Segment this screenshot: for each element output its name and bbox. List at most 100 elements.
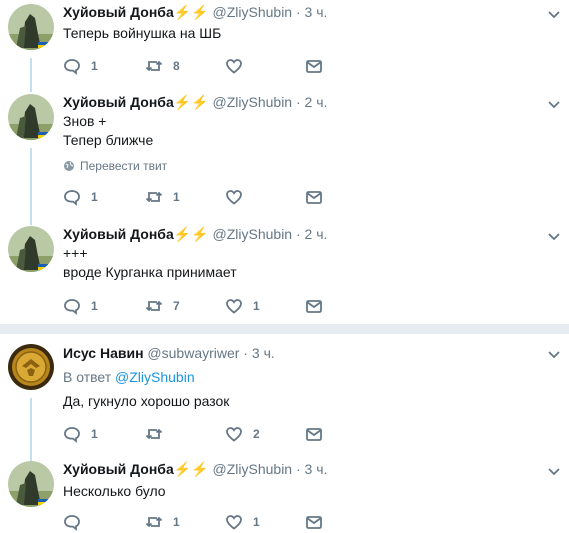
thread-line xyxy=(30,398,32,462)
like-count: 1 xyxy=(253,299,260,313)
reply-count: 1 xyxy=(91,427,98,441)
dm-button[interactable] xyxy=(305,56,323,76)
dm-button[interactable] xyxy=(305,512,323,532)
author-name[interactable]: Хуйовый Донба xyxy=(63,94,174,110)
like-button[interactable] xyxy=(225,187,253,207)
timestamp[interactable]: 3 ч. xyxy=(305,461,328,477)
tweet-text: +++ вроде Курганка принимает xyxy=(63,244,237,282)
dm-button[interactable] xyxy=(305,424,323,444)
avatar[interactable] xyxy=(8,461,54,507)
tweet-actions: 1 7 1 xyxy=(63,296,333,316)
tweet-header: Хуйовый Донба⚡⚡ @ZliyShubin · 3 ч. xyxy=(63,4,327,21)
envelope-icon xyxy=(306,60,322,73)
tweet-header: Хуйовый Донба⚡⚡ @ZliyShubin · 2 ч. xyxy=(63,226,327,243)
author-handle[interactable]: @subwayriwer xyxy=(147,345,239,361)
retweet-count: 7 xyxy=(173,299,180,313)
chevron-down-icon[interactable] xyxy=(547,8,561,22)
timestamp[interactable]: 3 ч. xyxy=(252,345,275,361)
tweet-text: Несколько було xyxy=(63,482,166,501)
reply-count: 1 xyxy=(91,190,98,204)
tweet[interactable]: Хуйовый Донба⚡⚡ @ZliyShubin · 3 ч. Тепер… xyxy=(0,0,569,92)
reply-button[interactable]: 1 xyxy=(63,296,98,316)
reply-to-link[interactable]: @ZliyShubin xyxy=(115,369,195,385)
author-handle[interactable]: @ZliyShubin xyxy=(213,226,293,242)
reply-icon xyxy=(64,427,80,443)
chevron-down-icon[interactable] xyxy=(547,230,561,244)
retweet-button[interactable]: 1 xyxy=(145,512,180,532)
tweet-header: Хуйовый Донба⚡⚡ @ZliyShubin · 2 ч. xyxy=(63,94,327,111)
retweet-button[interactable] xyxy=(145,424,173,444)
translate-label: Перевести твит xyxy=(80,159,168,173)
statue-avatar-image xyxy=(8,226,54,272)
thread-line xyxy=(30,58,32,92)
separator-dot: · xyxy=(295,94,301,110)
reply-button[interactable] xyxy=(63,512,91,532)
tweet-text: Знов + Тепер ближче xyxy=(63,112,153,150)
heart-icon xyxy=(226,299,242,314)
separator-dot: · xyxy=(295,4,301,20)
author-name[interactable]: Исус Навин xyxy=(63,345,144,361)
separator-dot: · xyxy=(295,461,301,477)
avatar[interactable] xyxy=(8,4,54,50)
tweet-text-line: Теперь войнушка на ШБ xyxy=(63,25,222,41)
author-name[interactable]: Хуйовый Донба xyxy=(63,4,174,20)
timestamp[interactable]: 3 ч. xyxy=(305,4,328,20)
retweet-count: 1 xyxy=(173,190,180,204)
like-button[interactable] xyxy=(225,56,253,76)
avatar[interactable] xyxy=(8,344,54,390)
tweet[interactable]: Хуйовый Донба⚡⚡ @ZliyShubin · 3 ч. Неско… xyxy=(0,457,569,533)
tweet[interactable]: Исус Навин @subwayriwer · 3 ч. В ответ @… xyxy=(0,340,569,462)
retweet-button[interactable]: 8 xyxy=(145,56,180,76)
reply-button[interactable]: 1 xyxy=(63,187,98,207)
reply-icon xyxy=(64,59,80,75)
retweet-button[interactable]: 1 xyxy=(145,187,180,207)
author-name[interactable]: Хуйовый Донба xyxy=(63,226,174,242)
chevron-down-icon[interactable] xyxy=(547,465,561,479)
reply-button[interactable]: 1 xyxy=(63,56,98,76)
tweet-header: Хуйовый Донба⚡⚡ @ZliyShubin · 3 ч. xyxy=(63,461,327,478)
chevron-down-icon[interactable] xyxy=(547,98,561,112)
lightning-emoji: ⚡⚡ xyxy=(173,461,209,477)
reply-context: В ответ @ZliyShubin xyxy=(63,369,195,385)
tweet-text-line: Знов + xyxy=(63,113,107,129)
reply-icon xyxy=(64,515,80,531)
like-button[interactable]: 2 xyxy=(225,424,260,444)
tweet[interactable]: Хуйовый Донба⚡⚡ @ZliyShubin · 2 ч. +++ в… xyxy=(0,222,569,322)
globe-icon xyxy=(64,161,74,171)
like-button[interactable]: 1 xyxy=(225,296,260,316)
author-handle[interactable]: @ZliyShubin xyxy=(213,94,293,110)
like-count: 1 xyxy=(253,515,260,529)
thread-line xyxy=(30,148,32,225)
lightning-emoji: ⚡⚡ xyxy=(173,226,209,242)
timestamp[interactable]: 2 ч. xyxy=(305,226,328,242)
reply-button[interactable]: 1 xyxy=(63,424,98,444)
retweet-count: 8 xyxy=(173,59,180,73)
reply-icon xyxy=(64,190,80,206)
avatar[interactable] xyxy=(8,94,54,140)
avatar[interactable] xyxy=(8,226,54,272)
statue-avatar-image xyxy=(8,4,54,50)
dm-button[interactable] xyxy=(305,296,323,316)
retweet-count: 1 xyxy=(173,515,180,529)
envelope-icon xyxy=(306,516,322,529)
heart-icon xyxy=(226,190,242,205)
timestamp[interactable]: 2 ч. xyxy=(305,94,328,110)
author-name[interactable]: Хуйовый Донба xyxy=(63,461,174,477)
author-handle[interactable]: @ZliyShubin xyxy=(213,461,293,477)
tweet-text-line: +++ xyxy=(63,245,88,261)
author-handle[interactable]: @ZliyShubin xyxy=(213,4,293,20)
separator-dot: · xyxy=(295,226,301,242)
retweet-button[interactable]: 7 xyxy=(145,296,180,316)
like-button[interactable]: 1 xyxy=(225,512,260,532)
translate-link[interactable]: Перевести твит xyxy=(63,159,167,173)
tweet[interactable]: Хуйовый Донба⚡⚡ @ZliyShubin · 2 ч. Знов … xyxy=(0,90,569,225)
envelope-icon xyxy=(306,428,322,441)
tweet-header: Исус Навин @subwayriwer · 3 ч. xyxy=(63,345,275,361)
seal-avatar-image xyxy=(8,344,54,390)
heart-icon xyxy=(226,59,242,74)
tweet-text: Да, гукнуло хорошо разок xyxy=(63,392,229,411)
lightning-emoji: ⚡⚡ xyxy=(173,4,209,20)
lightning-emoji: ⚡⚡ xyxy=(173,94,209,110)
dm-button[interactable] xyxy=(305,187,323,207)
chevron-down-icon[interactable] xyxy=(547,348,561,362)
